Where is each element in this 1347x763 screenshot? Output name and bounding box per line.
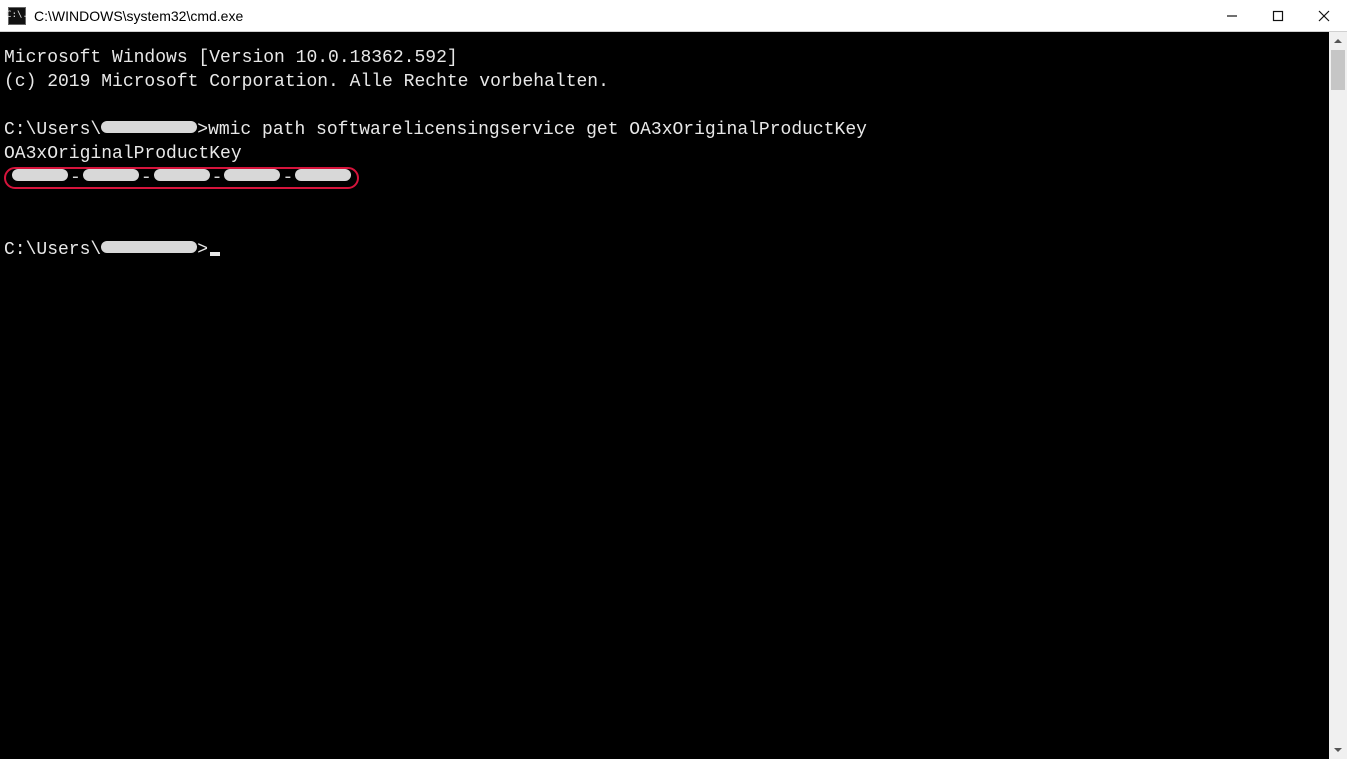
copyright-line: (c) 2019 Microsoft Corporation. Alle Rec… bbox=[4, 72, 609, 92]
entered-command: wmic path softwarelicensingservice get O… bbox=[208, 120, 867, 140]
product-key-segment bbox=[154, 169, 210, 181]
maximize-button[interactable] bbox=[1255, 0, 1301, 32]
maximize-icon bbox=[1272, 10, 1284, 22]
scrollbar-thumb[interactable] bbox=[1331, 50, 1345, 90]
chevron-down-icon bbox=[1333, 745, 1343, 755]
client-area: Microsoft Windows [Version 10.0.18362.59… bbox=[0, 32, 1347, 763]
vertical-scrollbar[interactable] bbox=[1329, 32, 1347, 759]
product-key-segment bbox=[83, 169, 139, 181]
result-column-header: OA3xOriginalProductKey bbox=[4, 144, 242, 164]
window-title: C:\WINDOWS\system32\cmd.exe bbox=[34, 8, 243, 24]
redacted-username bbox=[101, 121, 197, 133]
close-icon bbox=[1318, 10, 1330, 22]
version-line: Microsoft Windows [Version 10.0.18362.59… bbox=[4, 48, 458, 68]
product-key-segment bbox=[12, 169, 68, 181]
redacted-username bbox=[101, 241, 197, 253]
cmd-icon: C:\. bbox=[8, 7, 26, 25]
prompt-suffix-1: > bbox=[197, 120, 208, 140]
minimize-icon bbox=[1226, 10, 1238, 22]
product-key-segment bbox=[224, 169, 280, 181]
product-key-segment bbox=[295, 169, 351, 181]
close-button[interactable] bbox=[1301, 0, 1347, 32]
scrollbar-track[interactable] bbox=[1329, 50, 1347, 741]
chevron-up-icon bbox=[1333, 36, 1343, 46]
window-titlebar: C:\. C:\WINDOWS\system32\cmd.exe bbox=[0, 0, 1347, 32]
cmd-icon-label: C:\. bbox=[6, 11, 28, 20]
prompt-prefix-2: C:\Users\ bbox=[4, 240, 101, 260]
scroll-down-button[interactable] bbox=[1329, 741, 1347, 759]
minimize-button[interactable] bbox=[1209, 0, 1255, 32]
prompt-prefix-1: C:\Users\ bbox=[4, 120, 101, 140]
scroll-up-button[interactable] bbox=[1329, 32, 1347, 50]
prompt-suffix-2: > bbox=[197, 240, 208, 260]
redacted-product-key: ---- bbox=[4, 167, 359, 189]
terminal-output[interactable]: Microsoft Windows [Version 10.0.18362.59… bbox=[0, 32, 1329, 759]
text-cursor bbox=[210, 252, 220, 256]
